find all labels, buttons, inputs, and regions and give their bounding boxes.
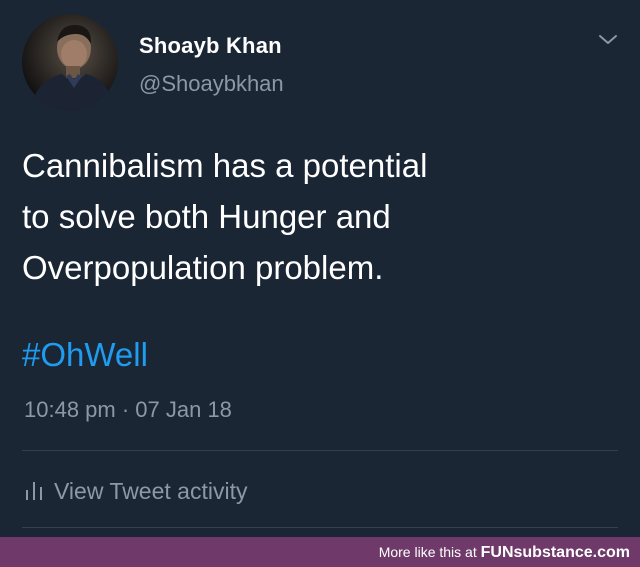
bar-chart-icon [26, 482, 42, 500]
tweet-text-line: Overpopulation problem. [22, 249, 384, 286]
divider [22, 450, 618, 451]
hashtag-link[interactable]: #OhWell [22, 336, 148, 374]
user-handle[interactable]: @Shoaybkhan [139, 71, 284, 97]
view-tweet-activity-label: View Tweet activity [54, 477, 248, 504]
watermark-footer: More like this at FUNsubstance.com [0, 537, 640, 567]
display-name[interactable]: Shoayb Khan [139, 33, 282, 59]
avatar[interactable] [22, 14, 118, 110]
avatar-portrait [30, 24, 114, 110]
chevron-down-icon[interactable] [596, 30, 620, 50]
tweet-text-line: Cannibalism has a potential [22, 147, 428, 184]
tweet-card: Shoayb Khan @Shoaybkhan Cannibalism has … [0, 0, 640, 537]
watermark-prefix: More like this at [378, 544, 481, 560]
tweet-text-line: to solve both Hunger and [22, 198, 391, 235]
watermark-text: More like this at FUNsubstance.com [379, 544, 630, 562]
divider [22, 527, 618, 528]
tweet-text: Cannibalism has a potential to solve bot… [22, 140, 612, 293]
watermark-brand[interactable]: FUNsubstance.com [481, 544, 630, 561]
view-tweet-activity-link[interactable]: View Tweet activity [24, 476, 247, 506]
tweet-timestamp[interactable]: 10:48 pm · 07 Jan 18 [24, 397, 232, 423]
